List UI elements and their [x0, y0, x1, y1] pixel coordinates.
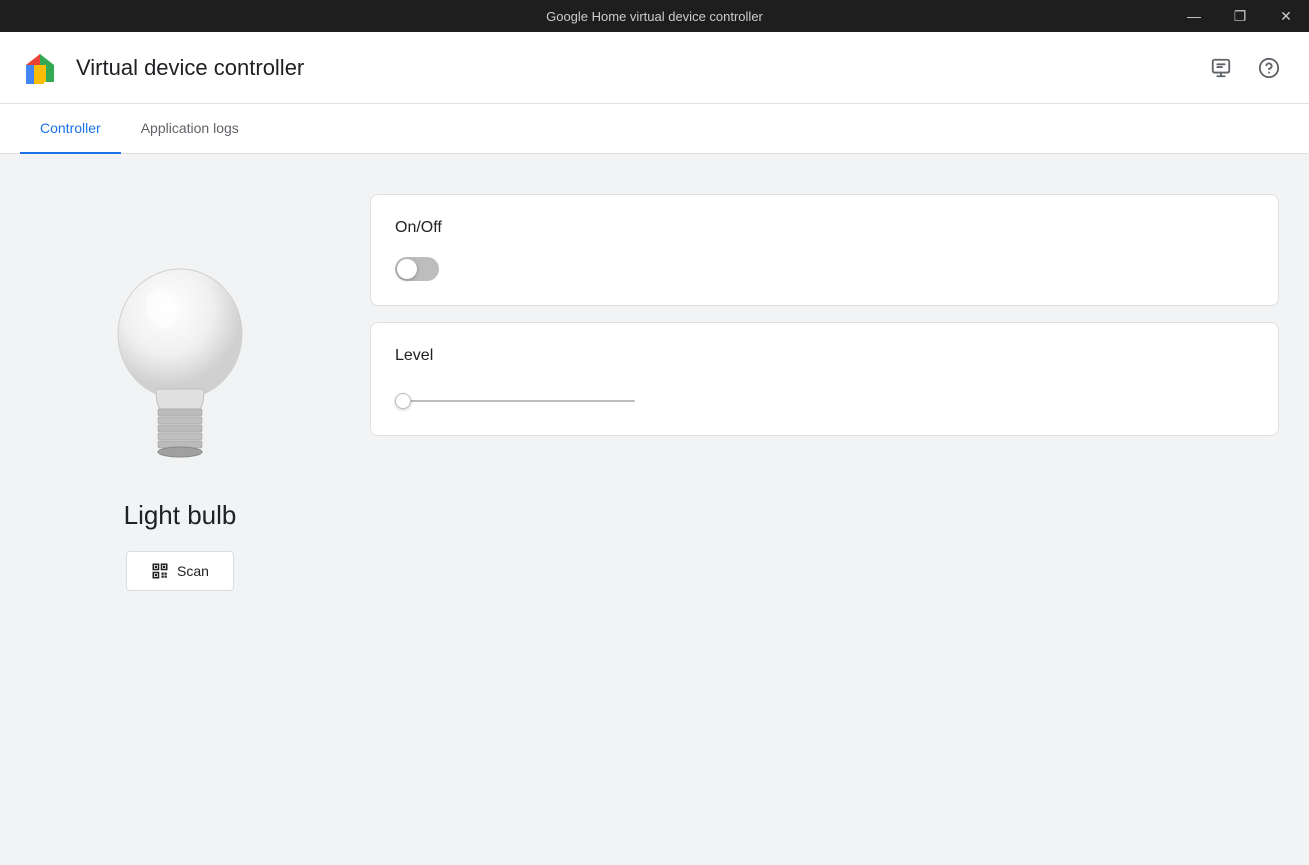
onoff-label: On/Off [395, 219, 1254, 237]
main-content: Light bulb Scan On/Off [0, 154, 1309, 865]
feedback-button[interactable] [1201, 48, 1241, 88]
app-header-right [1201, 48, 1289, 88]
level-slider[interactable] [395, 400, 635, 402]
scan-button[interactable]: Scan [126, 551, 234, 591]
device-image [90, 244, 270, 484]
title-bar: Google Home virtual device controller — … [0, 0, 1309, 32]
feedback-icon [1210, 57, 1232, 79]
left-panel: Light bulb Scan [30, 184, 330, 835]
maximize-button[interactable]: ❐ [1217, 0, 1263, 32]
device-name: Light bulb [124, 500, 237, 531]
level-card: Level [370, 322, 1279, 436]
tab-application-logs[interactable]: Application logs [121, 104, 259, 154]
title-bar-controls: — ❐ ✕ [1171, 0, 1309, 32]
tabs-bar: Controller Application logs [0, 104, 1309, 154]
tab-controller[interactable]: Controller [20, 104, 121, 154]
level-label: Level [395, 347, 1254, 365]
qr-icon [151, 562, 169, 580]
app-title: Virtual device controller [76, 55, 304, 81]
app-header: Virtual device controller [0, 32, 1309, 104]
app-header-left: Virtual device controller [20, 48, 304, 88]
close-button[interactable]: ✕ [1263, 0, 1309, 32]
scan-button-label: Scan [177, 563, 209, 579]
onoff-toggle[interactable] [395, 257, 439, 281]
google-home-logo [20, 48, 60, 88]
level-slider-container [395, 385, 1254, 411]
right-panel: On/Off Level [370, 184, 1279, 835]
onoff-card: On/Off [370, 194, 1279, 306]
help-icon [1258, 57, 1280, 79]
minimize-button[interactable]: — [1171, 0, 1217, 32]
help-button[interactable] [1249, 48, 1289, 88]
lightbulb-svg [100, 249, 260, 479]
title-bar-text: Google Home virtual device controller [546, 9, 763, 24]
